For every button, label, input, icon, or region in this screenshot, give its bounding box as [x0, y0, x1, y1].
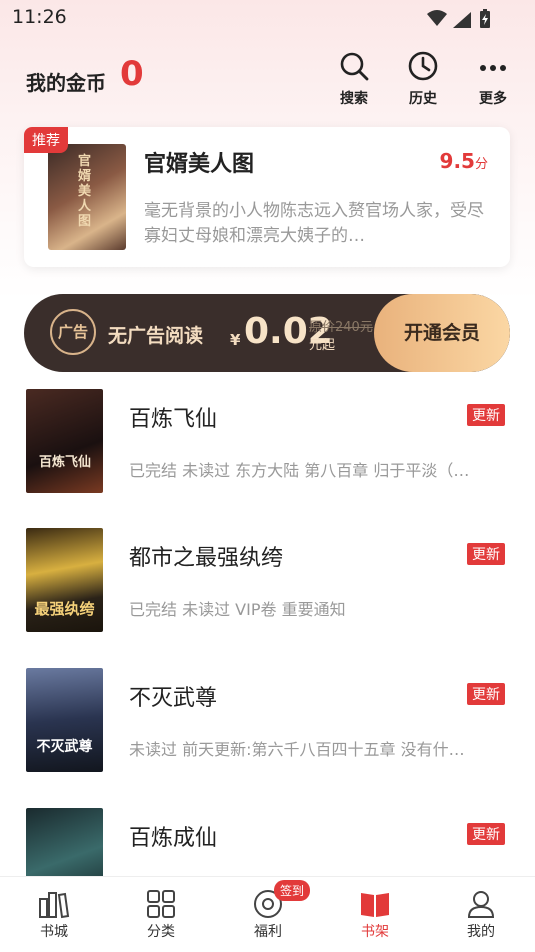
recommend-cover[interactable]: 官婿美人图	[48, 144, 126, 250]
book-cover[interactable]: 不灭武尊	[26, 668, 103, 772]
vip-text: 无广告阅读	[108, 325, 204, 347]
book-title[interactable]: 都市之最强纨绔	[129, 540, 283, 572]
book-cover-text: 不灭武尊	[36, 739, 93, 755]
book-cover[interactable]	[26, 808, 103, 876]
list-item[interactable]: 不灭武尊 不灭武尊 更新 未读过 前天更新:第六千八百四十五章 没有什…	[0, 668, 535, 778]
coins-value[interactable]: 0	[120, 54, 144, 94]
book-cover[interactable]: 百炼飞仙	[26, 389, 103, 493]
header: 我的金币 0 搜索 历史 更多	[0, 46, 535, 108]
open-vip-button[interactable]: 开通会员	[374, 294, 510, 372]
list-item[interactable]: 百炼飞仙 百炼飞仙 更新 已完结 未读过 东方大陆 第八百章 归于平淡（…	[0, 389, 535, 499]
book-desc: 已完结 未读过 东方大陆 第八百章 归于平淡（…	[129, 461, 470, 480]
signal-battery-icon	[427, 9, 490, 28]
recommend-score-unit: 分	[474, 157, 488, 172]
more-button[interactable]: 更多	[468, 50, 518, 108]
book-cover-text: 最强纨绔	[34, 600, 95, 618]
vip-original-price: 原价240元	[309, 320, 373, 335]
tab-welfare-label: 福利	[254, 924, 282, 940]
update-badge: 更新	[467, 683, 505, 705]
recommend-cover-text: 官婿美人图	[78, 154, 92, 229]
user-icon	[467, 891, 495, 918]
tab-category-label: 分类	[147, 924, 175, 940]
history-label: 历史	[409, 91, 437, 107]
tab-bookstore[interactable]: 书城	[14, 889, 94, 941]
no-ads-icon: 广告	[50, 309, 96, 355]
vip-banner[interactable]: 广告 无广告阅读 ¥ 0.02 原价240元 元起 开通会员	[24, 294, 510, 372]
tab-bookshelf-label: 书架	[361, 924, 389, 940]
tab-mine[interactable]: 我的	[441, 889, 521, 941]
recommend-desc: 毫无背景的小人物陈志远入赘官场人家，受尽寡妇丈母娘和漂亮大姨子的…	[144, 201, 484, 246]
coins-label: 我的金币	[26, 71, 106, 95]
vip-unit: 元起	[309, 338, 336, 353]
update-badge: 更新	[467, 543, 505, 565]
bookshelf-icon	[361, 893, 389, 917]
more-label: 更多	[479, 91, 507, 107]
book-title[interactable]: 不灭武尊	[129, 680, 217, 712]
recommend-card[interactable]: 推荐 官婿美人图 官婿美人图 9.5分 毫无背景的小人物陈志远入赘官场人家，受尽…	[24, 127, 510, 267]
status-bar: 11:26	[0, 0, 535, 36]
update-badge: 更新	[467, 404, 505, 426]
bookstore-icon	[39, 892, 70, 919]
status-time: 11:26	[12, 6, 67, 28]
search-button[interactable]: 搜索	[329, 50, 379, 108]
tab-mine-label: 我的	[467, 924, 495, 940]
status-icons	[425, 8, 495, 34]
book-desc: 已完结 未读过 VIP卷 重要通知	[129, 600, 346, 619]
book-desc: 未读过 前天更新:第六千八百四十五章 没有什…	[129, 740, 465, 759]
book-title[interactable]: 百炼飞仙	[129, 401, 217, 433]
sign-in-badge[interactable]: 签到	[274, 880, 311, 901]
update-badge: 更新	[467, 823, 505, 845]
list-item[interactable]: 最强纨绔 都市之最强纨绔 更新 已完结 未读过 VIP卷 重要通知	[0, 528, 535, 638]
history-button[interactable]: 历史	[398, 50, 448, 108]
clock-icon	[408, 51, 438, 81]
search-icon	[340, 52, 369, 81]
recommend-title[interactable]: 官婿美人图	[144, 146, 254, 178]
bottom-tab-bar: 书城 分类 福利 书架 我的	[0, 876, 535, 952]
recommend-score-value: 9.5	[439, 149, 475, 173]
tab-bookstore-label: 书城	[40, 924, 68, 940]
vip-yen: ¥	[230, 331, 241, 349]
book-cover-text: 百炼飞仙	[38, 455, 91, 470]
book-cover[interactable]: 最强纨绔	[26, 528, 103, 632]
tab-category[interactable]: 分类	[121, 889, 201, 941]
recommend-badge: 推荐	[24, 127, 68, 153]
search-label: 搜索	[340, 91, 368, 107]
list-item[interactable]: 百炼成仙 更新	[0, 808, 535, 876]
grid-icon	[147, 890, 175, 918]
recommend-score: 9.5分	[440, 149, 488, 173]
more-icon	[480, 65, 506, 71]
book-title[interactable]: 百炼成仙	[129, 820, 217, 852]
tab-bookshelf[interactable]: 书架	[335, 889, 415, 941]
